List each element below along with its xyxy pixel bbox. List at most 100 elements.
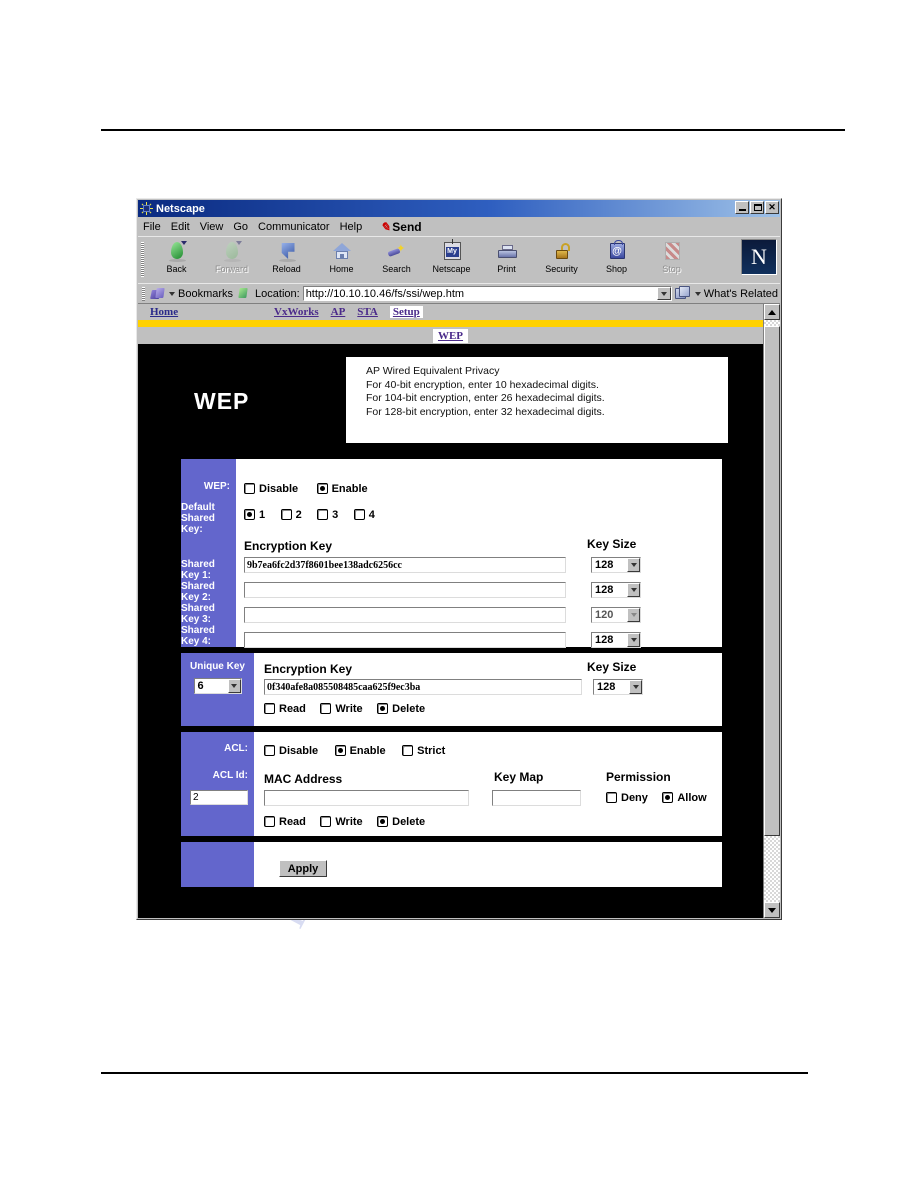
- url-input[interactable]: http://10.10.10.46/fs/ssi/wep.htm: [302, 286, 672, 301]
- wep-enable-option[interactable]: Enable: [316, 483, 368, 495]
- security-button[interactable]: Security: [534, 238, 589, 281]
- acl-id-input[interactable]: 2: [190, 790, 248, 805]
- shop-button[interactable]: @ Shop: [589, 238, 644, 281]
- acl-delete-radio[interactable]: [377, 816, 389, 827]
- shared-key-1-input[interactable]: 9b7ea6fc2d37f8601bee138adc6256cc: [244, 557, 566, 573]
- acl-read-radio[interactable]: [264, 816, 275, 827]
- unique-key-write-radio[interactable]: [320, 703, 332, 714]
- bookmarks-label[interactable]: Bookmarks: [178, 288, 233, 300]
- chevron-down-icon[interactable]: [627, 608, 640, 622]
- unique-key-write-option[interactable]: Write: [320, 703, 363, 715]
- permission-allow-radio[interactable]: [662, 792, 674, 803]
- minimize-button[interactable]: [735, 201, 749, 214]
- whats-related-chevron-down-icon[interactable]: [694, 291, 701, 296]
- scroll-down-button[interactable]: [764, 902, 780, 918]
- netscape-logo-icon[interactable]: N: [741, 239, 777, 275]
- acl-strict-option[interactable]: Strict: [402, 745, 445, 757]
- default-key-3-radio[interactable]: [317, 509, 329, 520]
- permission-deny-radio[interactable]: [606, 792, 617, 803]
- default-key-1-radio[interactable]: [244, 509, 255, 520]
- acl-disable-radio[interactable]: [264, 745, 275, 756]
- default-key-1-option[interactable]: 1: [244, 509, 265, 521]
- nav-link-vxworks[interactable]: VxWorks: [274, 306, 319, 318]
- wep-disable-radio[interactable]: [244, 483, 255, 494]
- shared-key-2-input[interactable]: [244, 582, 566, 598]
- menu-communicator[interactable]: Communicator: [258, 221, 330, 233]
- permission-allow-option[interactable]: Allow: [662, 792, 707, 804]
- back-button[interactable]: Back: [149, 238, 204, 281]
- close-button[interactable]: ✕: [765, 201, 779, 214]
- whats-related-icon[interactable]: [674, 286, 692, 301]
- chevron-down-icon[interactable]: [227, 679, 241, 693]
- nav-link-home[interactable]: Home: [150, 306, 178, 318]
- toolbar-grip[interactable]: [139, 240, 147, 279]
- unique-key-read-radio[interactable]: [264, 703, 275, 714]
- chevron-down-icon[interactable]: [627, 558, 640, 572]
- wep-disable-option[interactable]: Disable: [244, 483, 298, 495]
- shared-key-4-input[interactable]: [244, 632, 566, 648]
- nav-link-setup[interactable]: Setup: [389, 306, 423, 318]
- scroll-up-button[interactable]: [764, 304, 780, 320]
- netscape-button[interactable]: My Netscape: [424, 238, 479, 281]
- menu-file[interactable]: File: [143, 221, 161, 233]
- chevron-down-icon[interactable]: [629, 680, 642, 694]
- permission-deny-option[interactable]: Deny: [606, 792, 648, 804]
- chevron-down-icon[interactable]: [627, 583, 640, 597]
- unique-key-delete-option[interactable]: Delete: [377, 703, 425, 715]
- mac-address-input[interactable]: [264, 790, 469, 806]
- unique-key-size-select[interactable]: 128: [593, 679, 643, 695]
- acl-disable-option[interactable]: Disable: [264, 745, 318, 757]
- acl-enable-option[interactable]: Enable: [334, 745, 386, 757]
- nav-link-ap[interactable]: AP: [331, 306, 346, 318]
- window-title-bar: Netscape ✕: [138, 200, 780, 217]
- default-key-4-radio[interactable]: [353, 509, 365, 520]
- menu-go[interactable]: Go: [233, 221, 248, 233]
- default-key-4-option[interactable]: 4: [353, 509, 375, 521]
- print-button[interactable]: Print: [479, 238, 534, 281]
- bookmarks-icon[interactable]: [150, 287, 166, 301]
- menu-help[interactable]: Help: [340, 221, 363, 233]
- unique-key-read-option[interactable]: Read: [264, 703, 306, 715]
- acl-read-label: Read: [279, 815, 306, 828]
- send-button[interactable]: ✎ Send: [380, 220, 421, 234]
- bookmarks-chevron-down-icon[interactable]: [169, 291, 175, 296]
- nav-link-sta[interactable]: STA: [357, 306, 378, 318]
- forward-button[interactable]: Forward: [204, 238, 259, 281]
- menu-view[interactable]: View: [200, 221, 224, 233]
- acl-read-option[interactable]: Read: [264, 816, 306, 828]
- menu-edit[interactable]: Edit: [171, 221, 190, 233]
- shared-key-1-size-select[interactable]: 128: [591, 557, 641, 573]
- stop-button[interactable]: Stop: [644, 238, 699, 281]
- chevron-down-icon[interactable]: [627, 633, 640, 647]
- location-bar-grip[interactable]: [140, 286, 147, 302]
- subnav-tab-wep[interactable]: WEP: [432, 328, 469, 343]
- shared-key-4-size-select[interactable]: 128: [591, 632, 641, 648]
- wep-enable-radio[interactable]: [316, 483, 328, 494]
- acl-write-radio[interactable]: [320, 816, 332, 827]
- reload-button[interactable]: Reload: [259, 238, 314, 281]
- forward-icon: [220, 240, 244, 263]
- apply-button[interactable]: Apply: [279, 860, 327, 877]
- home-button[interactable]: Home: [314, 238, 369, 281]
- maximize-button[interactable]: [750, 201, 764, 214]
- shared-key-3-input[interactable]: [244, 607, 566, 623]
- scrollbar-thumb[interactable]: [764, 326, 780, 836]
- unique-key-delete-radio[interactable]: [377, 703, 389, 714]
- default-key-3-option[interactable]: 3: [317, 509, 338, 521]
- default-key-2-radio[interactable]: [280, 509, 292, 520]
- acl-write-option[interactable]: Write: [320, 816, 363, 828]
- acl-delete-option[interactable]: Delete: [377, 816, 425, 828]
- page-proxy-icon[interactable]: [236, 287, 252, 301]
- default-key-2-option[interactable]: 2: [280, 509, 302, 521]
- shared-key-3-size-select[interactable]: 120: [591, 607, 641, 623]
- unique-key-input[interactable]: 0f340afe8a085508485caa625f9ec3ba: [264, 679, 582, 695]
- url-dropdown-button[interactable]: [656, 287, 671, 300]
- whats-related-label[interactable]: What's Related: [704, 288, 778, 300]
- acl-enable-radio[interactable]: [334, 745, 346, 756]
- acl-strict-radio[interactable]: [402, 745, 414, 756]
- shared-key-2-size-select[interactable]: 128: [591, 582, 641, 598]
- key-map-input[interactable]: [492, 790, 581, 806]
- vertical-scrollbar[interactable]: [763, 304, 780, 918]
- unique-key-id-select[interactable]: 6: [193, 678, 242, 694]
- search-button[interactable]: ✦ Search: [369, 238, 424, 281]
